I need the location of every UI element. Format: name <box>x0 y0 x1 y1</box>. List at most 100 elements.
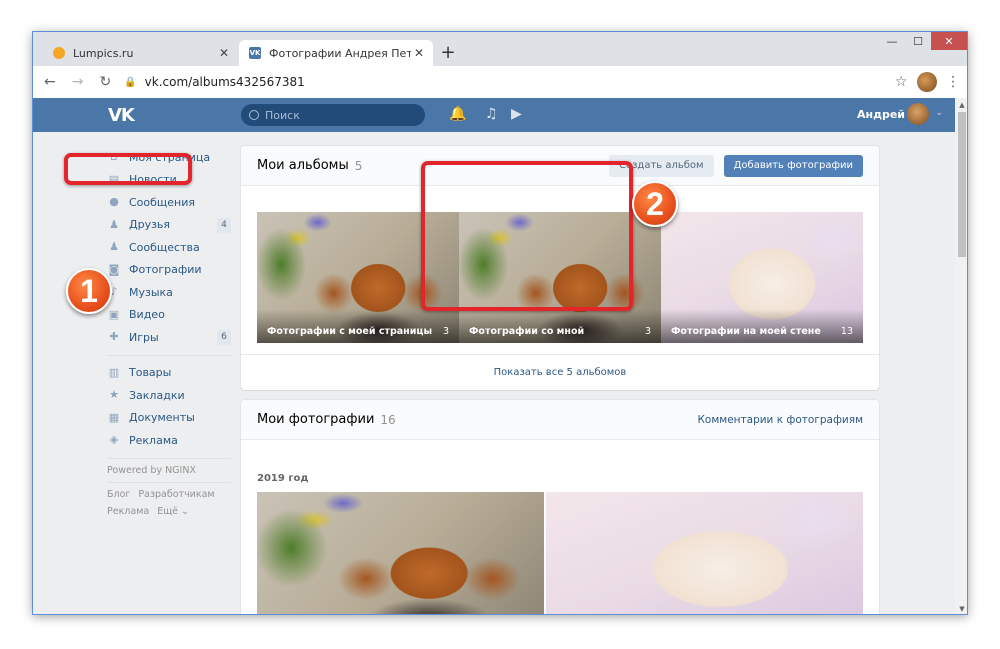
star-icon: ★ <box>109 388 119 402</box>
tab-title: Фотографии Андрея Петрова – <box>269 46 411 60</box>
browser-window: Lumpics.ru ✕ VK Фотографии Андрея Петров… <box>32 31 968 615</box>
sidebar-item-label: Фотографии <box>129 263 202 277</box>
reload-button[interactable]: ↻ <box>94 74 116 90</box>
album-caption: Фотографии со мной 3 <box>459 309 661 343</box>
step-1-badge: 1 <box>66 268 112 314</box>
user-avatar[interactable] <box>907 103 929 125</box>
sidebar-item-games[interactable]: ✚ Игры 6 <box>107 326 231 349</box>
sidebar-item-documents[interactable]: ▦ Документы <box>107 407 231 430</box>
page-scrollbar[interactable]: ▲ ▼ <box>955 98 967 614</box>
browser-toolbar: ← → ↻ 🔒 vk.com/albums432567381 ☆ ⋮ <box>33 66 967 98</box>
person-icon: ♟ <box>109 217 119 231</box>
sidebar-item-label: Реклама <box>129 433 178 447</box>
album-highlight-frame <box>421 161 633 311</box>
new-tab-button[interactable]: + <box>438 42 458 63</box>
sidebar-item-label: Сообщества <box>129 240 200 254</box>
close-window-button[interactable]: ✕ <box>931 32 967 50</box>
sidebar-item-label: Друзья <box>129 218 171 232</box>
divider <box>107 457 231 459</box>
music-icon[interactable]: ♫ <box>485 106 498 122</box>
sidebar-item-goods[interactable]: ▥ Товары <box>107 362 231 385</box>
footer-link-ads[interactable]: Реклама <box>107 506 149 517</box>
footer-link-more[interactable]: Ещё ⌄ <box>157 506 189 517</box>
sidebar-item-label: Видео <box>129 308 165 322</box>
maximize-button[interactable]: ☐ <box>905 32 931 50</box>
sidebar-item-label: Игры <box>129 330 159 344</box>
address-bar[interactable]: 🔒 vk.com/albums432567381 <box>124 70 895 94</box>
vk-favicon-icon: VK <box>249 47 261 59</box>
album-caption: Фотографии на моей стене 13 <box>661 309 863 343</box>
album-photo-count: 3 <box>442 326 449 337</box>
album-name: Фотографии на моей стене <box>671 326 821 337</box>
album-card[interactable]: Фотографии на моей стене 13 <box>661 212 863 343</box>
tab-vk-photos[interactable]: VK Фотографии Андрея Петрова – ✕ <box>239 40 433 66</box>
sidebar-item-friends[interactable]: ♟ Друзья 4 <box>107 214 231 237</box>
close-tab-icon[interactable]: ✕ <box>411 46 427 60</box>
photo-thumbnail[interactable] <box>257 492 544 614</box>
window-controls: — ☐ ✕ <box>879 32 967 50</box>
vk-header: VK Поиск 🔔 ♫ ▶ Андрей ⌄ <box>33 98 955 132</box>
search-placeholder: Поиск <box>265 108 300 122</box>
show-all-albums-link[interactable]: Показать все 5 альбомов <box>241 354 879 390</box>
forward-button[interactable]: → <box>67 74 89 90</box>
divider <box>107 481 231 483</box>
sidebar-footer: Powered by NGINX Блог Разработчикам Рекла… <box>107 465 231 517</box>
group-icon: ♟ <box>109 240 119 254</box>
photos-header: Мои фотографии 16 Комментарии к фотограф… <box>241 400 879 440</box>
shopping-bag-icon: ▥ <box>108 365 120 379</box>
video-play-icon[interactable]: ▶ <box>511 106 522 122</box>
photo-comments-link[interactable]: Комментарии к фотографиям <box>697 414 863 426</box>
megaphone-icon: ◈ <box>109 433 119 447</box>
minimize-button[interactable]: — <box>879 32 905 50</box>
divider <box>107 354 231 356</box>
album-photo-count: 3 <box>644 326 651 337</box>
sidebar-item-video[interactable]: ▣ Видео <box>107 304 231 327</box>
sidebar-item-label: Музыка <box>129 285 173 299</box>
close-tab-icon[interactable]: ✕ <box>216 46 232 60</box>
chat-bubble-icon: ● <box>109 195 119 209</box>
photos-block: Мои фотографии 16 Комментарии к фотограф… <box>241 400 879 614</box>
footer-link-blog[interactable]: Блог <box>107 489 130 500</box>
album-caption: Фотографии с моей страницы 3 <box>257 309 459 343</box>
add-photos-button[interactable]: Добавить фотографии <box>723 154 863 177</box>
photo-thumbnail[interactable] <box>546 492 863 614</box>
year-heading: 2019 год <box>257 473 309 484</box>
user-name[interactable]: Андрей <box>857 108 905 121</box>
document-icon: ▦ <box>108 410 120 424</box>
lumpics-favicon-icon <box>53 47 65 59</box>
album-name: Фотографии со мной <box>469 326 585 337</box>
footer-link-developers[interactable]: Разработчикам <box>138 489 214 500</box>
sidebar-item-music[interactable]: ♪ Музыка <box>107 281 231 304</box>
album-name: Фотографии с моей страницы <box>267 326 433 337</box>
browser-menu-icon[interactable]: ⋮ <box>945 74 961 90</box>
album-photo-count: 13 <box>840 326 853 337</box>
photos-title: Мои фотографии <box>257 412 375 427</box>
tab-lumpics[interactable]: Lumpics.ru ✕ <box>43 40 238 66</box>
vk-logo[interactable]: VK <box>108 105 135 126</box>
search-input[interactable]: Поиск <box>241 104 425 126</box>
profile-avatar[interactable] <box>917 72 938 92</box>
bell-icon[interactable]: 🔔 <box>449 106 466 122</box>
sidebar-item-photos[interactable]: ◙ Фотографии <box>107 259 231 282</box>
photos-count: 16 <box>380 412 396 427</box>
gamepad-icon: ✚ <box>109 330 119 344</box>
bookmark-star-icon[interactable]: ☆ <box>895 74 908 90</box>
scrollbar-thumb[interactable] <box>958 112 966 257</box>
sidebar-item-messages[interactable]: ● Сообщения <box>107 191 231 214</box>
sidebar-item-label: Документы <box>129 411 195 425</box>
scroll-up-arrow-icon[interactable]: ▲ <box>955 98 967 112</box>
chevron-down-icon[interactable]: ⌄ <box>935 108 943 118</box>
sidebar-item-communities[interactable]: ♟ Сообщества <box>107 236 231 259</box>
friends-count-badge: 4 <box>217 217 231 233</box>
sidebar-item-label: Сообщения <box>129 195 196 209</box>
scroll-down-arrow-icon[interactable]: ▼ <box>955 602 967 614</box>
lock-icon: 🔒 <box>124 76 137 88</box>
sidebar-item-bookmarks[interactable]: ★ Закладки <box>107 384 231 407</box>
url-text: vk.com/albums432567381 <box>144 75 305 89</box>
tab-strip: Lumpics.ru ✕ VK Фотографии Андрея Петров… <box>33 32 967 66</box>
camera-icon: ◙ <box>108 262 120 276</box>
sidebar-item-ads[interactable]: ◈ Реклама <box>107 429 231 452</box>
back-button[interactable]: ← <box>39 74 61 90</box>
powered-by-text: Powered by NGINX <box>107 464 196 476</box>
games-count-badge: 6 <box>217 330 231 345</box>
